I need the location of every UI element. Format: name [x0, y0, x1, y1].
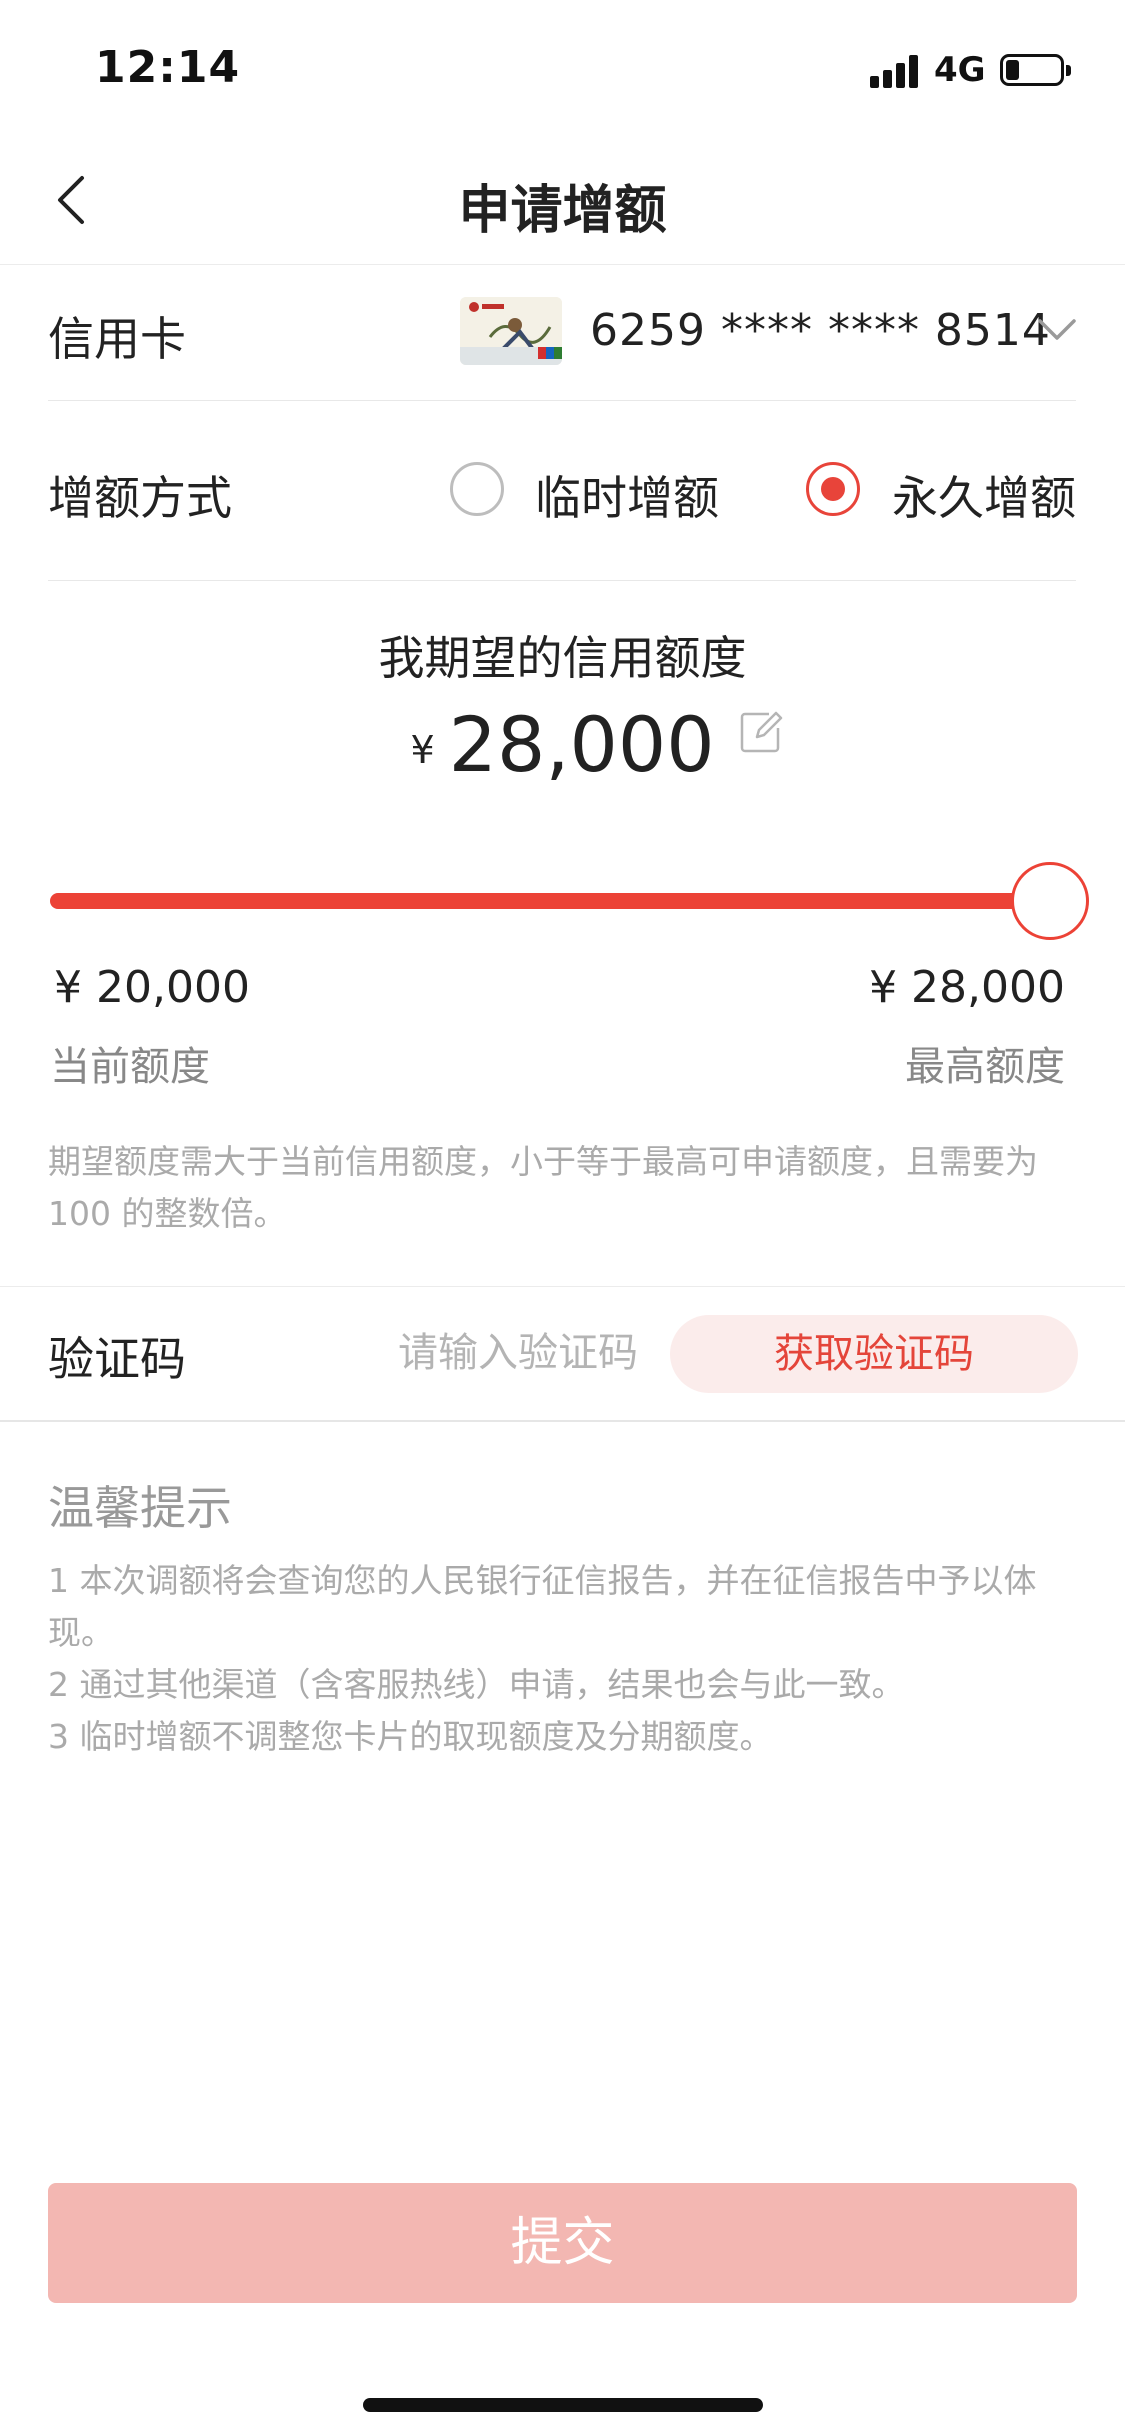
mode-label: 增额方式 [48, 471, 232, 525]
status-bar: 12:14 4G [0, 0, 1125, 140]
limit-slider-thumb[interactable] [1011, 862, 1089, 940]
max-limit-label: 最高额度 [905, 1044, 1065, 1090]
verify-label: 验证码 [48, 1332, 186, 1386]
verify-row: 验证码 获取验证码 [48, 1287, 1078, 1422]
radio-permanent[interactable] [806, 462, 860, 516]
page-title: 申请增额 [458, 181, 667, 241]
radio-permanent-label[interactable]: 永久增额 [892, 462, 1076, 528]
currency-symbol: ¥ [410, 728, 435, 772]
tip-item: 1 本次调额将会查询您的人民银行征信报告，并在征信报告中予以体现。 [48, 1561, 1037, 1652]
get-code-button[interactable]: 获取验证码 [670, 1315, 1078, 1393]
verify-code-input[interactable] [398, 1323, 708, 1383]
submit-button[interactable]: 提交 [48, 2183, 1077, 2303]
expected-amount: ¥28,000 [0, 700, 1125, 800]
network-label: 4G [934, 50, 986, 90]
tips-list: 1 本次调额将会查询您的人民银行征信报告，并在征信报告中予以体现。 2 通过其他… [48, 1555, 1083, 1763]
limit-slider-track[interactable] [50, 893, 1050, 909]
current-limit-label: 当前额度 [50, 1044, 210, 1090]
current-limit-value: ¥ 20,000 [54, 962, 250, 1013]
card-number: 6259 **** **** 8514 [590, 305, 1051, 356]
limit-hint: 期望额度需大于当前信用额度，小于等于最高可申请额度，且需要为100 的整数倍。 [48, 1142, 1038, 1233]
divider [0, 1420, 1125, 1422]
tips-title: 温馨提示 [48, 1481, 232, 1535]
nav-bar: 申请增额 [0, 140, 1125, 265]
divider [48, 580, 1076, 581]
chevron-down-icon[interactable] [1036, 315, 1078, 345]
card-thumbnail-image [460, 297, 562, 365]
tip-item: 3 临时增额不调整您卡片的取现额度及分期额度。 [48, 1717, 773, 1756]
status-time: 12:14 [95, 42, 241, 93]
card-label: 信用卡 [48, 312, 186, 366]
mode-row: 增额方式 临时增额 永久增额 [48, 400, 1076, 580]
screen: 12:14 4G 申请增额 信用卡 6259 **** **** 8514 增额… [0, 0, 1125, 2435]
max-limit-value: ¥ 28,000 [869, 962, 1065, 1013]
amount-value: 28,000 [448, 700, 715, 789]
radio-temporary-label[interactable]: 临时增额 [535, 462, 719, 528]
tip-item: 2 通过其他渠道（含客服热线）申请，结果也会与此一致。 [48, 1665, 905, 1704]
battery-icon [1000, 54, 1071, 86]
expected-limit-title: 我期望的信用额度 [378, 631, 747, 685]
home-indicator [363, 2398, 763, 2412]
signal-icon [870, 52, 924, 88]
radio-temporary[interactable] [450, 462, 504, 516]
card-selector[interactable]: 信用卡 6259 **** **** 8514 [48, 265, 1076, 400]
limit-slider-fill [50, 893, 1050, 909]
edit-icon[interactable] [739, 710, 783, 754]
